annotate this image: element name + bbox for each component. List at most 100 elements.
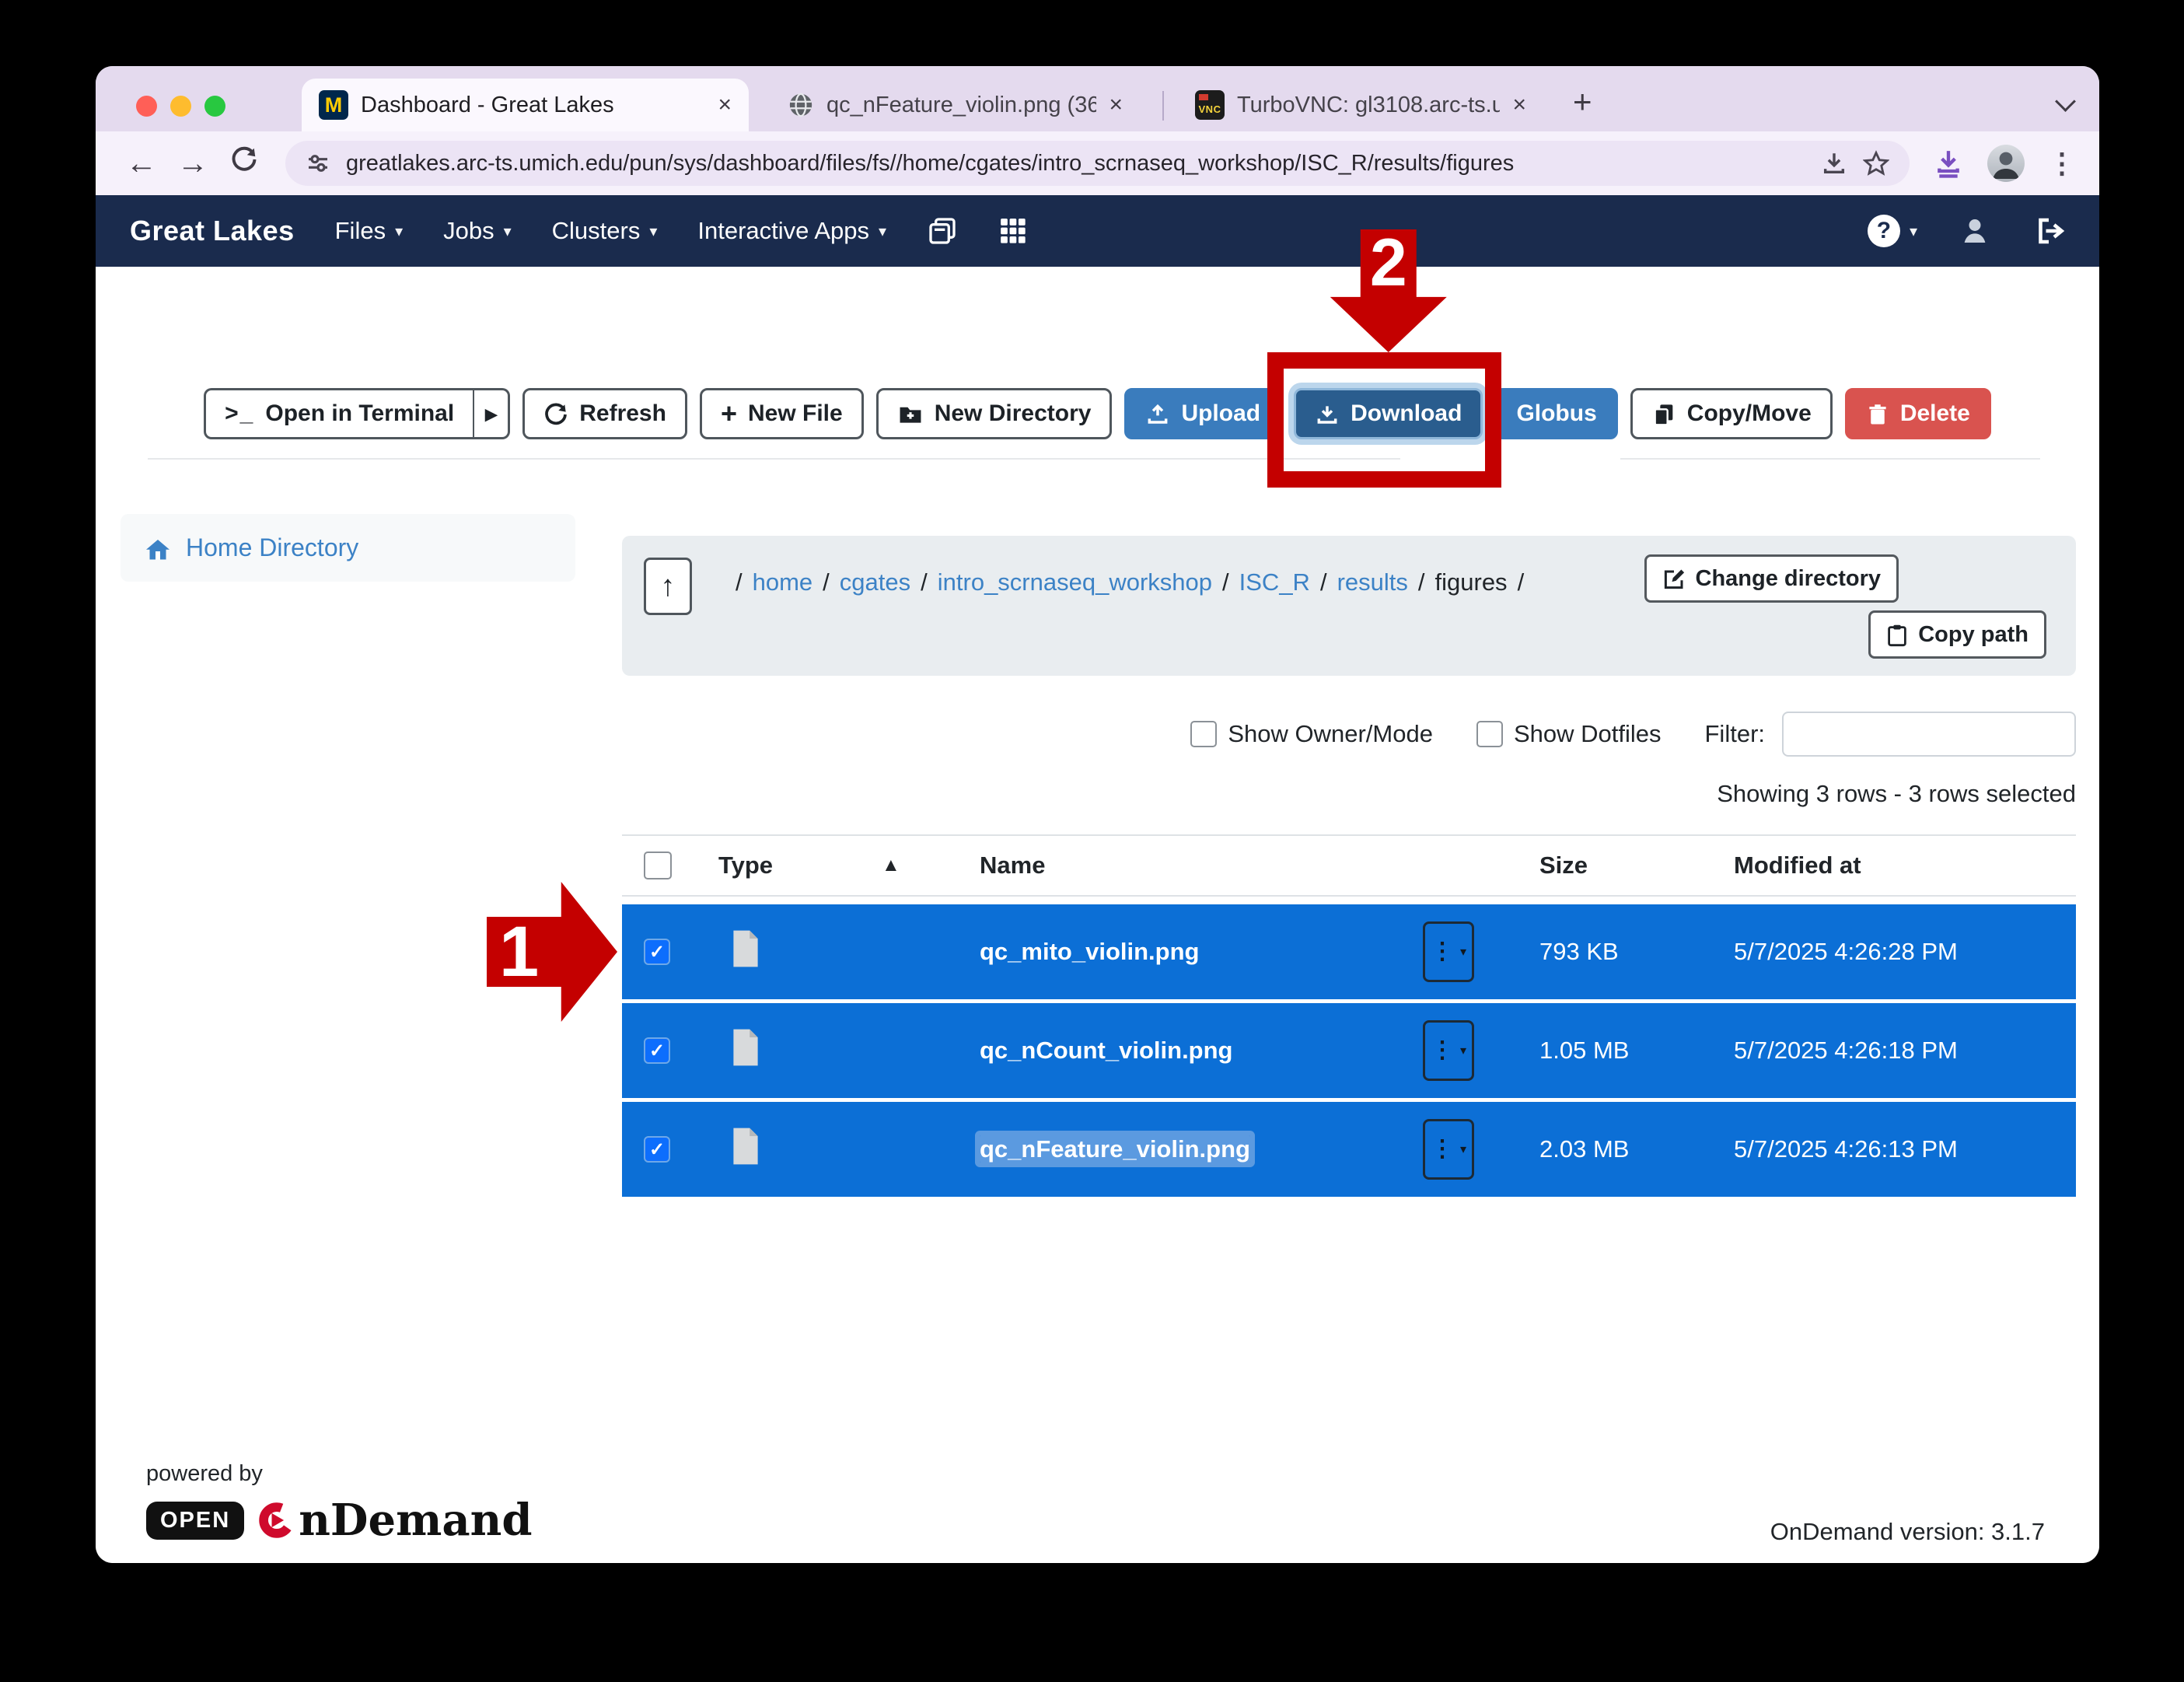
column-modified[interactable]: Modified at	[1734, 851, 2076, 879]
check-icon: ✓	[649, 941, 665, 963]
browser-actions: ⋮	[1933, 145, 2076, 182]
menu-interactive-apps[interactable]: Interactive Apps▾	[697, 217, 886, 245]
download-page-icon[interactable]	[1821, 150, 1847, 177]
arrow-up-icon: ↑	[661, 570, 676, 603]
close-icon[interactable]: ×	[1512, 92, 1526, 118]
minimize-window-button[interactable]	[170, 96, 191, 117]
open-ondemand-logo[interactable]: OPEN nDemand	[146, 1495, 533, 1546]
my-sessions-icon[interactable]	[927, 215, 958, 247]
question-icon: ?	[1868, 215, 1900, 247]
tab-turbovnc[interactable]: VNC TurboVNC: gl3108.arc-ts.umi ×	[1178, 79, 1543, 131]
upload-button[interactable]: Upload	[1124, 388, 1281, 439]
close-icon[interactable]: ×	[1109, 92, 1123, 118]
table-row[interactable]: ✓ qc_mito_violin.png ⋮ ▾ 793 KB 5/	[622, 904, 2076, 999]
tab-separator	[1162, 91, 1164, 121]
trash-icon	[1866, 400, 1889, 427]
edit-icon	[1662, 566, 1686, 592]
new-tab-button[interactable]: +	[1573, 83, 1592, 121]
tab-search-chevron-icon[interactable]	[2055, 91, 2076, 112]
upload-icon	[1145, 400, 1170, 427]
file-size: 2.03 MB	[1539, 1135, 1734, 1163]
chevron-down-icon: ▾	[504, 222, 512, 241]
profile-avatar[interactable]	[1987, 145, 2025, 182]
column-name[interactable]: Name	[952, 851, 1423, 879]
filter-label: Filter:	[1705, 720, 1766, 748]
url-text[interactable]: greatlakes.arc-ts.umich.edu/pun/sys/dash…	[346, 151, 1805, 177]
all-apps-grid-icon[interactable]	[998, 216, 1028, 246]
browser-window: M Dashboard - Great Lakes × qc_nFeature_…	[96, 66, 2099, 1563]
browser-toolbar: ← → greatlakes.arc-ts.umich.edu/pun/sys/…	[96, 131, 2099, 195]
tune-icon[interactable]	[306, 151, 330, 176]
menu-files[interactable]: Files▾	[335, 217, 404, 245]
browser-menu-icon[interactable]: ⋮	[2048, 147, 2076, 180]
close-icon[interactable]: ×	[718, 92, 732, 118]
sidebar-item-home-directory[interactable]: Home Directory	[121, 514, 575, 582]
table-row[interactable]: ✓ qc_nCount_violin.png ⋮ ▾ 1.05 MB	[622, 1003, 2076, 1098]
help-menu[interactable]: ? ▾	[1868, 215, 1917, 247]
close-window-button[interactable]	[136, 96, 157, 117]
breadcrumb-current: figures	[1435, 568, 1508, 596]
new-file-button[interactable]: + New File	[700, 388, 864, 439]
bookmark-star-icon[interactable]	[1863, 150, 1889, 177]
breadcrumb-link[interactable]: results	[1337, 568, 1408, 596]
refresh-button[interactable]: Refresh	[522, 388, 687, 439]
column-type[interactable]: Type	[718, 851, 882, 879]
back-button[interactable]: ←	[119, 146, 164, 181]
downloads-active-icon[interactable]	[1933, 148, 1964, 179]
main-content: >_ Open in Terminal ▸ Refresh + New File	[96, 267, 2099, 1563]
row-checkbox[interactable]: ✓	[644, 1037, 670, 1064]
window-controls	[136, 96, 225, 117]
breadcrumb-link[interactable]: home	[753, 568, 813, 596]
address-bar[interactable]: greatlakes.arc-ts.umich.edu/pun/sys/dash…	[285, 141, 1910, 186]
turbovnc-favicon-icon: VNC	[1195, 90, 1225, 120]
check-icon: ✓	[649, 1138, 665, 1161]
chevron-down-icon: ▾	[395, 222, 403, 241]
navbar-right: ? ▾	[1868, 215, 2065, 247]
file-name: qc_nFeature_violin.png	[952, 1135, 1423, 1163]
breadcrumb-link[interactable]: cgates	[840, 568, 910, 596]
menu-clusters[interactable]: Clusters▾	[552, 217, 658, 245]
row-menu-button[interactable]: ⋮ ▾	[1423, 1020, 1474, 1081]
open-in-terminal-button[interactable]: >_ Open in Terminal	[204, 388, 473, 439]
kebab-icon: ⋮	[1431, 940, 1454, 963]
column-size[interactable]: Size	[1539, 851, 1734, 879]
file-modified: 5/7/2025 4:26:13 PM	[1734, 1135, 2076, 1163]
brand-great-lakes[interactable]: Great Lakes	[130, 215, 295, 247]
copy-path-button[interactable]: Copy path	[1868, 610, 2046, 659]
user-icon[interactable]	[1959, 215, 1990, 247]
logout-icon[interactable]	[2032, 215, 2065, 247]
change-directory-button[interactable]: Change directory	[1644, 554, 1899, 603]
table-row[interactable]: ✓ qc_nFeature_violin.png ⋮ ▾ 2.03 MB	[622, 1102, 2076, 1197]
sort-asc-icon[interactable]: ▲	[882, 855, 952, 876]
new-directory-button[interactable]: New Directory	[876, 388, 1113, 439]
filter-input[interactable]	[1782, 712, 2076, 757]
files-table: Type ▲ Name Size Modified at ✓	[622, 834, 2076, 1197]
reload-button[interactable]	[222, 145, 267, 181]
select-all-checkbox[interactable]	[644, 851, 672, 879]
zoom-window-button[interactable]	[204, 96, 225, 117]
show-dotfiles-checkbox[interactable]	[1476, 721, 1503, 747]
delete-button[interactable]: Delete	[1845, 388, 1991, 439]
tab-image-viewer[interactable]: qc_nFeature_violin.png (360 ×	[771, 79, 1140, 131]
globus-button[interactable]: Globus	[1495, 388, 1617, 439]
tab-dashboard[interactable]: M Dashboard - Great Lakes ×	[302, 79, 749, 131]
toolbar-divider	[148, 458, 1400, 460]
breadcrumb-link[interactable]: intro_scrnaseq_workshop	[938, 568, 1212, 596]
row-checkbox[interactable]: ✓	[644, 1136, 670, 1163]
row-checkbox[interactable]: ✓	[644, 939, 670, 965]
open-in-terminal-group: >_ Open in Terminal ▸	[204, 388, 510, 439]
row-menu-button[interactable]: ⋮ ▾	[1423, 921, 1474, 982]
app-navbar: Great Lakes Files▾ Jobs▾ Clusters▾ Inter…	[96, 195, 2099, 267]
download-button[interactable]: Download	[1294, 388, 1483, 439]
forward-button[interactable]: →	[170, 146, 215, 181]
file-icon	[729, 1027, 882, 1074]
breadcrumb-link[interactable]: ISC_R	[1239, 568, 1310, 596]
menu-jobs[interactable]: Jobs▾	[443, 217, 512, 245]
row-menu-button[interactable]: ⋮ ▾	[1423, 1119, 1474, 1180]
show-owner-mode-checkbox[interactable]	[1190, 721, 1217, 747]
open-badge: OPEN	[146, 1502, 244, 1540]
chevron-down-icon: ▾	[1460, 944, 1466, 960]
open-in-terminal-caret-button[interactable]: ▸	[473, 388, 510, 439]
up-directory-button[interactable]: ↑	[644, 558, 692, 615]
copy-move-button[interactable]: Copy/Move	[1630, 388, 1833, 439]
